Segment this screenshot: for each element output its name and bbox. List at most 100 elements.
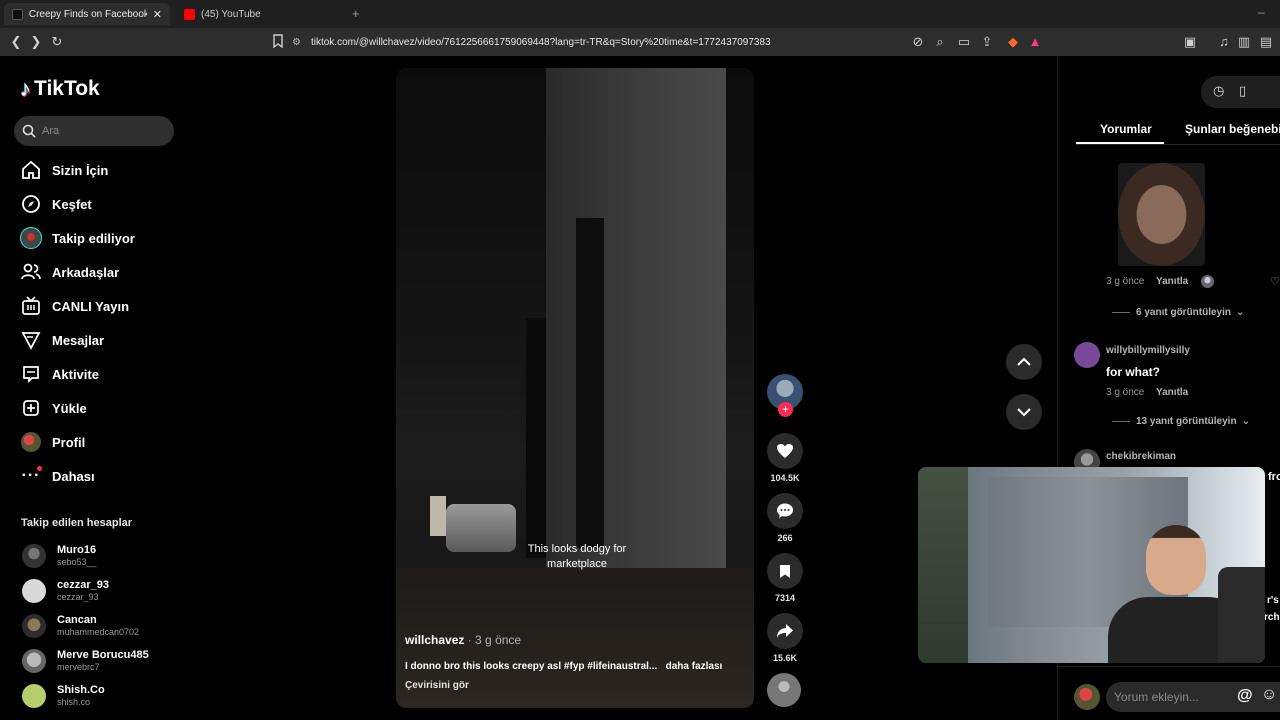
more-icon: ··· <box>21 466 42 484</box>
home-icon <box>20 159 42 181</box>
next-video-button[interactable] <box>1006 394 1042 430</box>
comment-input[interactable]: Yorum ekleyin... @ ☺ <box>1106 682 1280 712</box>
reply-button[interactable]: Yanıtla <box>1156 276 1188 287</box>
heart-outline-icon[interactable]: ♡ <box>1270 275 1280 288</box>
tiktok-logo[interactable]: ♪ TikTok <box>20 76 100 102</box>
comment-text: fror <box>1268 471 1280 483</box>
minimize-icon[interactable]: – <box>1258 5 1265 19</box>
reload-icon[interactable]: ↻ <box>49 34 65 50</box>
nav-more[interactable]: ··· Dahası <box>20 465 95 487</box>
brave-shield-icon[interactable]: ◆ <box>1005 34 1021 50</box>
search-input[interactable]: Ara <box>14 116 174 146</box>
account-name: Cancan <box>57 614 97 626</box>
nav-label: Arkadaşlar <box>52 264 120 280</box>
nav-label: CANLI Yayın <box>52 298 130 314</box>
account-name: Muro16 <box>57 544 97 556</box>
nav-label: Keşfet <box>52 196 92 212</box>
sound-disc-button[interactable] <box>767 673 803 707</box>
partial-comment-text: r's <box>1267 595 1279 606</box>
chevron-down-icon: ⌄ <box>1241 416 1250 427</box>
tab-comments[interactable]: Yorumlar <box>1100 122 1152 136</box>
avatar <box>22 614 46 638</box>
view-replies-label: 6 yanıt görüntüleyin <box>1136 307 1232 318</box>
tab-search-icon[interactable]: ▣ <box>1182 34 1198 50</box>
comment-text: for what? <box>1106 365 1160 379</box>
forward-icon[interactable]: ❯ <box>28 34 44 50</box>
webcam-face <box>1146 525 1206 595</box>
avatar <box>22 579 46 603</box>
messages-icon <box>20 329 42 351</box>
following-account[interactable]: Shish.Co shish.co <box>22 681 105 711</box>
nav-upload[interactable]: Yükle <box>20 397 87 419</box>
see-more-link[interactable]: daha fazlası <box>666 661 723 672</box>
nav-activity[interactable]: Aktivite <box>20 363 99 385</box>
description-text: I donno bro this looks creepy asl #fyp #… <box>405 661 658 672</box>
wallet-icon[interactable]: ▤ <box>1258 34 1274 50</box>
search-placeholder: Ara <box>42 125 60 137</box>
following-account[interactable]: Merve Borucu485 mervebrc7 <box>22 646 149 676</box>
new-tab-icon[interactable]: + <box>352 6 360 21</box>
see-translation-link[interactable]: Çevirisini gör <box>405 680 469 691</box>
nav-label: Profil <box>52 434 86 450</box>
site-settings-icon[interactable]: ⚙ <box>292 37 301 48</box>
author-avatar-button[interactable]: + <box>767 374 803 417</box>
sidebar-toggle-icon[interactable]: ▥ <box>1236 34 1252 50</box>
cast-icon[interactable]: ▭ <box>956 34 972 50</box>
share-icon[interactable]: ⇪ <box>979 34 995 50</box>
comment-username[interactable]: willybillymillysilly <box>1106 345 1190 356</box>
phone-icon[interactable]: ▯ <box>1239 83 1246 99</box>
creator-liked-avatar <box>1201 275 1214 288</box>
comment-time: 3 g önce <box>1106 387 1145 398</box>
following-account[interactable]: Muro16 sebo53__ <box>22 541 97 571</box>
nav-explore[interactable]: Keşfet <box>20 193 92 215</box>
following-account[interactable]: Cancan muhammedcan0702 <box>22 611 139 641</box>
previous-video-button[interactable] <box>1006 344 1042 380</box>
video-player[interactable]: This looks dodgy for marketplace willcha… <box>396 68 754 708</box>
brave-rewards-icon[interactable]: ▲ <box>1027 34 1043 50</box>
video-frame-window <box>576 218 604 548</box>
media-icon[interactable]: ♫ <box>1216 34 1232 50</box>
reply-button[interactable]: Yanıtla <box>1156 387 1188 398</box>
view-replies-button[interactable]: 13 yanıt görüntüleyin ⌄ <box>1112 416 1250 427</box>
stopwatch-icon[interactable]: ◷ <box>1213 83 1224 99</box>
like-button[interactable]: 104.5K <box>767 433 803 483</box>
emoji-icon[interactable]: ☺ <box>1261 686 1277 704</box>
tab-tiktok[interactable]: Creepy Finds on Facebook Mark ✕ <box>4 3 170 25</box>
replies-line <box>1112 421 1130 422</box>
comment-button[interactable]: 266 <box>767 493 803 543</box>
nav-friends[interactable]: Arkadaşlar <box>20 261 119 283</box>
panel-controls: ◷ ▯ <box>1201 76 1280 108</box>
nav-live[interactable]: CANLI Yayın <box>20 295 129 317</box>
nav-for-you[interactable]: Sizin İçin <box>20 159 108 181</box>
nav-following[interactable]: Takip ediliyor <box>20 227 135 249</box>
tab-you-may-like[interactable]: Şunları beğenebilir <box>1185 122 1280 136</box>
video-frame-light <box>430 496 446 536</box>
profile-avatar-icon <box>20 431 42 453</box>
comment-image[interactable] <box>1118 163 1205 266</box>
account-name: Merve Borucu485 <box>57 649 149 661</box>
tab-youtube[interactable]: (45) YouTube <box>176 3 346 25</box>
youtube-favicon-icon <box>184 8 195 20</box>
follow-plus-icon[interactable]: + <box>778 402 793 417</box>
back-icon[interactable]: ❮ <box>8 34 24 50</box>
author-name[interactable]: willchavez <box>405 633 464 647</box>
avatar[interactable] <box>1074 342 1100 368</box>
nav-profile[interactable]: Profil <box>20 431 85 453</box>
following-heading: Takip edilen hesaplar <box>21 517 133 529</box>
mention-icon[interactable]: @ <box>1237 687 1253 705</box>
view-replies-button[interactable]: 6 yanıt görüntüleyin ⌄ <box>1112 307 1244 318</box>
nav-messages[interactable]: Mesajlar <box>20 329 104 351</box>
zoom-icon[interactable]: ⌕ <box>932 34 948 50</box>
save-button[interactable]: 7314 <box>767 553 803 603</box>
nav-label: Mesajlar <box>52 332 105 348</box>
bookmark-icon[interactable] <box>270 34 286 50</box>
avatar <box>1074 684 1100 710</box>
account-handle: sebo53__ <box>57 557 97 567</box>
comment-username[interactable]: chekibrekiman <box>1106 451 1176 462</box>
view-replies-label: 13 yanıt görüntüleyin <box>1136 416 1237 427</box>
no-tracking-icon[interactable]: ⊘ <box>910 34 926 50</box>
share-button[interactable]: 15.6K <box>767 613 803 663</box>
video-author[interactable]: willchavez · 3 g önce <box>405 633 521 647</box>
following-account[interactable]: cezzar_93 cezzar_93 <box>22 576 109 606</box>
close-tab-icon[interactable]: ✕ <box>153 8 162 21</box>
